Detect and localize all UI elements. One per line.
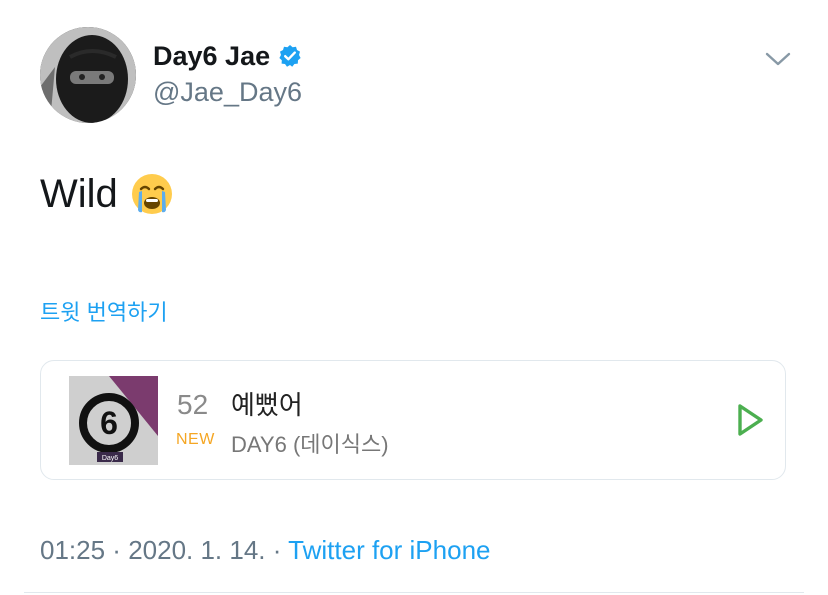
meta-separator: ·: [265, 535, 289, 565]
svg-text:6: 6: [100, 405, 118, 441]
song-artist[interactable]: DAY6 (데이식스): [231, 427, 389, 459]
music-card[interactable]: 6 Day6 52 NEW 예뻤어 DAY6 (데이식스): [40, 360, 786, 480]
verified-badge-icon: [279, 45, 301, 67]
user-handle[interactable]: @Jae_Day6: [153, 76, 302, 108]
tweet-menu-button[interactable]: [764, 48, 792, 70]
tweet-date[interactable]: 2020. 1. 14.: [128, 535, 265, 565]
album-label: Day6: [102, 455, 118, 462]
tweet-text: Wild: [40, 172, 118, 216]
meta-separator: ·: [105, 535, 129, 565]
display-name[interactable]: Day6 Jae: [153, 40, 302, 72]
chevron-down-icon: [765, 52, 791, 66]
divider: [24, 592, 804, 593]
user-name-block[interactable]: Day6 Jae @Jae_Day6: [153, 40, 302, 108]
translate-tweet-link[interactable]: 트윗 번역하기: [40, 300, 168, 326]
tweet-source-link[interactable]: Twitter for iPhone: [288, 535, 490, 565]
display-name-text: Day6 Jae: [153, 41, 271, 71]
new-badge: NEW: [176, 431, 215, 448]
avatar-icon: [40, 27, 136, 123]
loudly-crying-face-icon: [131, 174, 172, 214]
album-cover[interactable]: 6 Day6: [69, 376, 158, 465]
tweet-time[interactable]: 01:25: [40, 535, 105, 565]
song-title[interactable]: 예뻤어: [231, 385, 303, 422]
play-icon[interactable]: [735, 403, 765, 437]
album-art-icon: 6 Day6: [69, 376, 158, 465]
tweet-meta: 01:25 · 2020. 1. 14. · Twitter for iPhon…: [40, 534, 490, 566]
tweet-body: Wild: [40, 170, 174, 218]
avatar[interactable]: [40, 27, 136, 123]
chart-rank: 52: [177, 389, 209, 420]
